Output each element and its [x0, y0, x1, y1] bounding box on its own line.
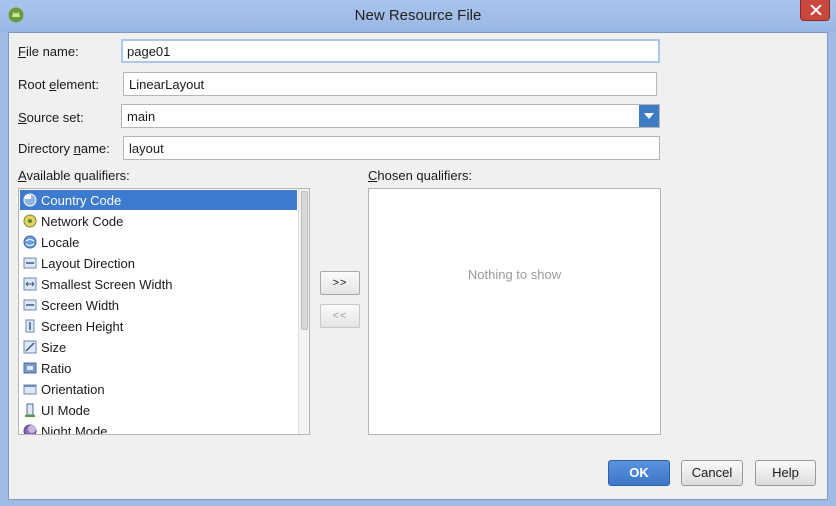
screen-height-icon	[25, 319, 35, 333]
close-button[interactable]	[800, 0, 830, 21]
orientation-icon	[23, 384, 37, 395]
qualifier-item-ratio[interactable]: Ratio	[20, 358, 297, 378]
available-qualifiers-label: Available qualifiers:	[18, 168, 130, 183]
list-item-label: Screen Width	[41, 298, 120, 313]
empty-list-message: Nothing to show	[467, 267, 562, 282]
cancel-button[interactable]: Cancel	[681, 460, 743, 486]
scrollbar-thumb[interactable]	[301, 191, 308, 330]
qualifier-item-network-code[interactable]: Network Code	[20, 211, 297, 231]
qualifier-item-orientation[interactable]: Orientation	[20, 379, 297, 399]
list-item-label: Smallest Screen Width	[41, 277, 173, 292]
qualifier-item-screen-height[interactable]: Screen Height	[20, 316, 297, 336]
qualifier-item-locale[interactable]: Locale	[20, 232, 297, 252]
globe-icon	[23, 235, 37, 249]
dialog-title: New Resource File	[354, 7, 482, 24]
chosen-qualifiers-label: Chosen qualifiers:	[368, 168, 473, 183]
night-mode-icon	[23, 424, 37, 434]
root-element-input[interactable]: LinearLayout	[123, 72, 657, 96]
chosen-qualifiers-list[interactable]: Nothing to show	[368, 188, 661, 435]
list-item-label: Size	[41, 340, 67, 355]
root-element-label: Root element:	[18, 77, 99, 92]
ok-button[interactable]: OK	[608, 460, 670, 486]
close-icon	[810, 5, 822, 15]
directory-name-label: Directory name:	[18, 141, 110, 156]
globe-flag-icon	[23, 193, 37, 207]
source-set-label: Source set:	[18, 110, 84, 125]
source-set-value: main	[127, 109, 156, 124]
list-item-label: Network Code	[41, 214, 124, 229]
file-name-input[interactable]: page01	[121, 39, 660, 63]
screen-width-icon	[23, 299, 37, 311]
qualifier-item-ui-mode[interactable]: UI Mode	[20, 400, 297, 420]
list-item-label: Layout Direction	[41, 256, 135, 271]
smallest-width-icon	[23, 277, 37, 291]
list-item-label: Orientation	[41, 382, 105, 397]
list-item-label: Locale	[41, 235, 80, 250]
available-qualifiers-list[interactable]: Country Code Network Code Locale Layout …	[18, 188, 310, 435]
qualifier-item-layout-direction[interactable]: Layout Direction	[20, 253, 297, 273]
ratio-icon	[23, 362, 37, 374]
size-icon	[23, 340, 37, 354]
add-qualifier-button[interactable]: >>	[320, 271, 360, 295]
available-list-scrollbar[interactable]	[298, 189, 309, 434]
file-name-label: File name:	[18, 44, 79, 59]
list-item-label: Ratio	[41, 361, 72, 376]
dialog-window: New Resource File File name: page01 Root…	[0, 0, 836, 506]
list-item-label: UI Mode	[41, 403, 91, 418]
qualifier-item-size[interactable]: Size	[20, 337, 297, 357]
remove-qualifier-button[interactable]: <<	[320, 304, 360, 328]
list-item-label: Night Mode	[41, 424, 108, 435]
qualifier-item-country-code[interactable]: Country Code	[20, 190, 297, 210]
chevron-down-icon	[644, 113, 654, 119]
list-item-label: Screen Height	[41, 319, 124, 334]
help-button[interactable]: Help	[755, 460, 816, 486]
dropdown-arrow-button[interactable]	[639, 105, 659, 127]
source-set-dropdown[interactable]: main	[121, 104, 660, 128]
layout-direction-icon	[23, 257, 37, 269]
qualifier-item-smallest-screen-width[interactable]: Smallest Screen Width	[20, 274, 297, 294]
qualifier-item-night-mode[interactable]: Night Mode	[20, 421, 297, 435]
ui-mode-icon	[25, 403, 35, 417]
directory-name-input[interactable]: layout	[123, 136, 660, 160]
dialog-content: File name: page01 Root element: LinearLa…	[8, 32, 828, 500]
title-bar[interactable]: New Resource File	[0, 0, 836, 32]
qualifier-item-screen-width[interactable]: Screen Width	[20, 295, 297, 315]
list-item-label: Country Code	[41, 193, 122, 208]
network-icon	[23, 214, 37, 228]
